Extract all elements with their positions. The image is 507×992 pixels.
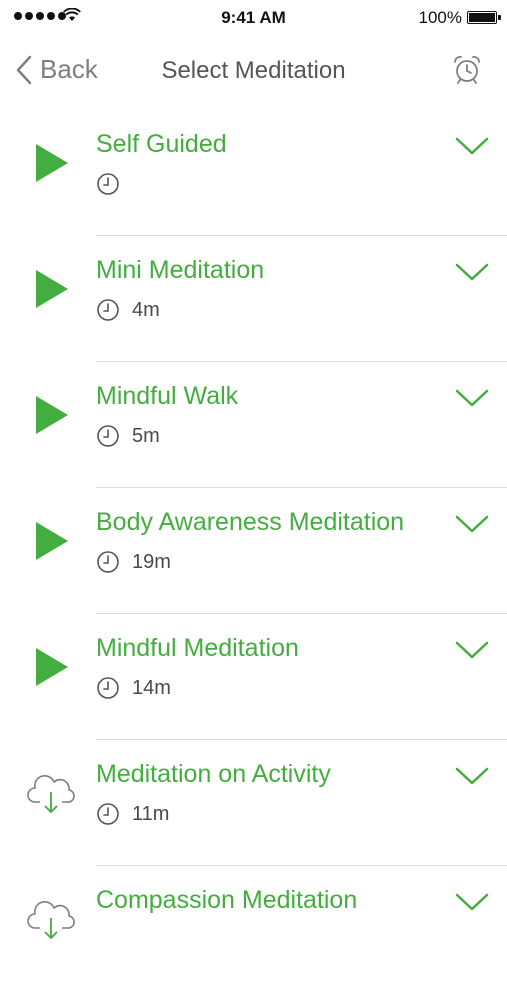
meditation-meta: 4m bbox=[96, 298, 160, 322]
play-button[interactable] bbox=[26, 390, 76, 440]
meditation-duration: 4m bbox=[132, 298, 160, 321]
meditation-title: Compassion Meditation bbox=[96, 886, 358, 914]
meditation-list: Self Guided Mini Meditation 4m Mindful W… bbox=[0, 110, 507, 992]
meditation-title: Mindful Walk bbox=[96, 382, 239, 410]
meditation-item[interactable]: Meditation on Activity 11m bbox=[0, 740, 507, 866]
cloud-download-icon bbox=[27, 775, 75, 813]
clock-icon bbox=[97, 803, 119, 825]
status-bar: 9:41 AM 100% bbox=[0, 0, 507, 34]
meditation-item[interactable]: Compassion Meditation bbox=[0, 866, 507, 992]
meditation-title: Mini Meditation bbox=[96, 256, 265, 284]
play-button[interactable] bbox=[26, 138, 76, 188]
clock-icon bbox=[97, 551, 119, 573]
meditation-meta: 11m bbox=[96, 802, 169, 826]
play-icon bbox=[36, 270, 68, 308]
meditation-item[interactable]: Self Guided bbox=[0, 110, 507, 236]
chevron-down-icon[interactable] bbox=[455, 766, 489, 786]
play-icon bbox=[36, 648, 68, 686]
clock-icon bbox=[97, 173, 119, 195]
play-button[interactable] bbox=[26, 642, 76, 692]
meditation-title: Self Guided bbox=[96, 130, 227, 158]
download-button[interactable] bbox=[26, 768, 76, 818]
alarm-clock-icon bbox=[454, 56, 480, 84]
meditation-duration: 19m bbox=[132, 550, 171, 573]
meditation-item[interactable]: Mindful Walk 5m bbox=[0, 362, 507, 488]
chevron-down-icon[interactable] bbox=[455, 640, 489, 660]
cloud-download-icon bbox=[27, 901, 75, 939]
meditation-title: Meditation on Activity bbox=[96, 760, 331, 788]
meditation-title: Body Awareness Meditation bbox=[96, 508, 405, 536]
meditation-title: Mindful Meditation bbox=[96, 634, 299, 662]
clock-icon bbox=[97, 677, 119, 699]
battery-percentage: 100% bbox=[418, 8, 462, 27]
chevron-down-icon[interactable] bbox=[455, 892, 489, 912]
meditation-item[interactable]: Mindful Meditation 14m bbox=[0, 614, 507, 740]
meditation-duration: 11m bbox=[132, 802, 170, 825]
play-button[interactable] bbox=[26, 264, 76, 314]
navigation-bar: Back Select Meditation bbox=[0, 42, 507, 98]
clock-icon bbox=[97, 425, 119, 447]
meditation-meta: 19m bbox=[96, 550, 171, 574]
play-icon bbox=[36, 396, 68, 434]
download-button[interactable] bbox=[26, 894, 76, 944]
meditation-meta bbox=[96, 172, 132, 196]
play-icon bbox=[36, 144, 68, 182]
chevron-down-icon[interactable] bbox=[455, 262, 489, 282]
meditation-meta: 14m bbox=[96, 676, 171, 700]
clock-icon bbox=[97, 299, 119, 321]
play-button[interactable] bbox=[26, 516, 76, 566]
play-icon bbox=[36, 522, 68, 560]
chevron-down-icon[interactable] bbox=[455, 388, 489, 408]
chevron-down-icon[interactable] bbox=[455, 514, 489, 534]
meditation-meta: 5m bbox=[96, 424, 160, 448]
meditation-item[interactable]: Body Awareness Meditation 19m bbox=[0, 488, 507, 614]
page-title: Select Meditation bbox=[161, 57, 346, 84]
meditation-item[interactable]: Mini Meditation 4m bbox=[0, 236, 507, 362]
alarm-button[interactable] bbox=[451, 54, 483, 91]
chevron-down-icon[interactable] bbox=[455, 136, 489, 156]
meditation-duration: 5m bbox=[132, 424, 160, 447]
battery-icon bbox=[467, 11, 501, 24]
meditation-duration: 14m bbox=[132, 676, 171, 699]
